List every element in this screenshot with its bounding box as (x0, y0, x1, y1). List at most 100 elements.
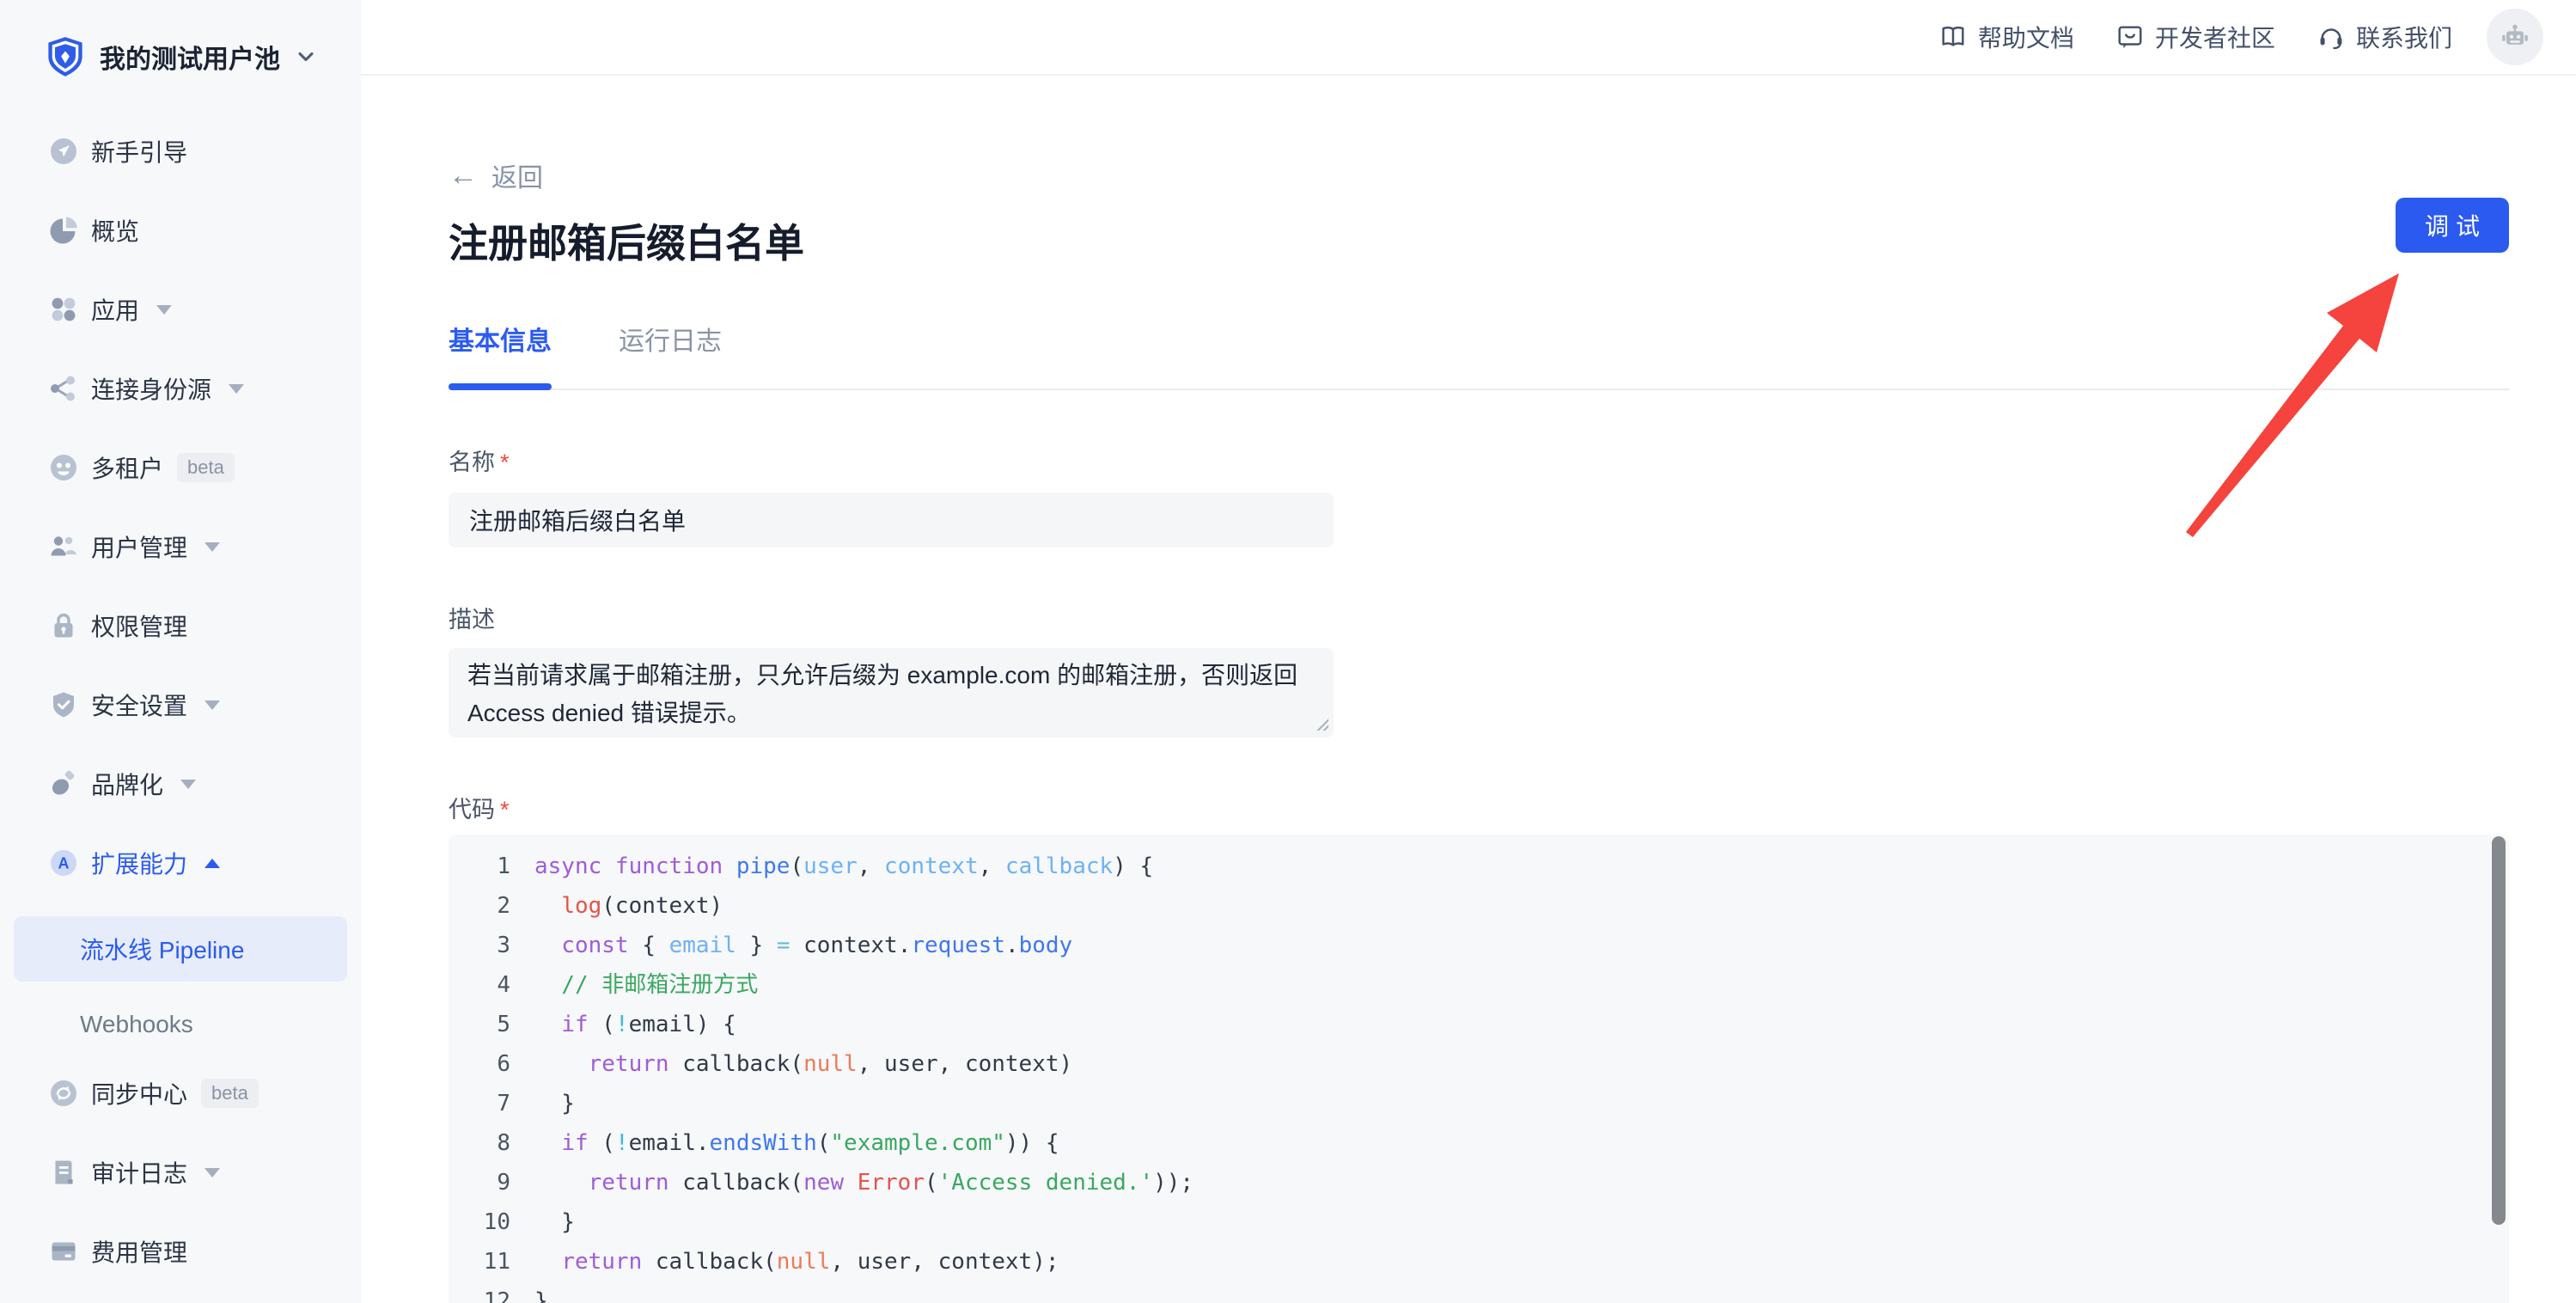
sidebar-item-label: 扩展能力 (91, 846, 187, 880)
robot-icon (2498, 20, 2532, 54)
tab-run-logs[interactable]: 运行日志 (619, 320, 722, 388)
line-number: 9 (473, 1163, 510, 1202)
code-line: 1async function pipe(user, context, call… (473, 847, 2509, 886)
back-link[interactable]: ← 返回 (449, 156, 543, 194)
sidebar-nav: 新手引导概览应用连接身份源多租户 beta 用户管理权限管理安全设置品牌化 A 扩展能力… (0, 125, 361, 1277)
sidebar-item-label: 多租户 (91, 450, 163, 485)
tabs-bar: 基本信息运行日志 (449, 320, 2509, 390)
sidebar-item-identity-sources[interactable]: 连接身份源 (48, 363, 347, 414)
code-line: 6 return callback(null, user, context) (473, 1044, 2509, 1084)
pie-chart-icon (48, 215, 79, 246)
code-line: 7 } (473, 1084, 2509, 1123)
line-number: 10 (473, 1202, 510, 1242)
required-mark: * (500, 797, 510, 823)
sidebar-item-overview[interactable]: 概览 (48, 205, 347, 256)
user-avatar[interactable] (2487, 9, 2543, 65)
workspace-logo-icon (46, 36, 84, 77)
paint-brush-icon (48, 768, 79, 799)
sidebar-item-label: 新手引导 (91, 134, 187, 168)
sidebar-item-branding[interactable]: 品牌化 (48, 758, 347, 810)
code-line: 10 } (473, 1202, 2509, 1242)
sidebar-item-label: 概览 (91, 213, 139, 248)
code-line: 3 const { email } = context.request.body (473, 926, 2509, 965)
main-content: ← 返回 注册邮箱后缀白名单 调试 基本信息运行日志 名称* 描述 若当前请求属… (361, 76, 2576, 1303)
sidebar-item-label: 品牌化 (91, 767, 163, 801)
required-mark: * (500, 450, 510, 475)
contact-headset-icon (2317, 22, 2346, 52)
multi-tenant-icon (48, 452, 79, 483)
sidebar-item-label: 权限管理 (91, 609, 187, 643)
chevron-down-icon (294, 45, 318, 69)
sidebar-item-label: 费用管理 (91, 1234, 187, 1269)
beta-badge: beta (177, 453, 235, 482)
beta-badge: beta (201, 1079, 259, 1108)
compass-icon (48, 136, 79, 167)
code-label: 代码* (449, 791, 2509, 824)
caret-down-icon (229, 384, 244, 394)
code-line: 11 return callback(null, user, context); (473, 1242, 2509, 1282)
header-links: 帮助文档 开发者社区 联系我们 (1938, 20, 2452, 54)
sidebar-item-pipeline[interactable]: 流水线 Pipeline (14, 916, 347, 982)
sidebar-item-label: 连接身份源 (91, 371, 211, 406)
description-textarea[interactable]: 若当前请求属于邮箱注册，只允许后缀为 example.com 的邮箱注册，否则返… (449, 648, 1334, 737)
sidebar-item-billing[interactable]: 费用管理 (48, 1226, 347, 1277)
back-label: 返回 (491, 156, 543, 194)
code-line: 8 if (!email.endsWith("example.com")) { (473, 1123, 2509, 1163)
sidebar-item-label: 应用 (91, 292, 139, 327)
sidebar-item-security[interactable]: 安全设置 (48, 679, 347, 731)
sidebar-item-extensibility[interactable]: A 扩展能力 (48, 837, 347, 889)
code-editor[interactable]: 1async function pipe(user, context, call… (449, 835, 2509, 1303)
sidebar-item-applications[interactable]: 应用 (48, 284, 347, 335)
share-nodes-icon (48, 373, 79, 404)
header-link-dev-community[interactable]: 开发者社区 (2115, 20, 2275, 54)
description-field: 若当前请求属于邮箱注册，只允许后缀为 example.com 的邮箱注册，否则返… (449, 648, 1334, 737)
sidebar-item-user-management[interactable]: 用户管理 (48, 521, 347, 572)
code-line: 5 if (!email) { (473, 1005, 2509, 1044)
sidebar-item-multi-tenant[interactable]: 多租户 beta (48, 442, 347, 493)
lock-icon (48, 610, 79, 641)
description-label: 描述 (449, 601, 2509, 634)
header-link-help-docs[interactable]: 帮助文档 (1938, 20, 2074, 54)
caret-down-icon (204, 1168, 220, 1178)
sidebar-item-webhooks[interactable]: Webhooks (14, 992, 347, 1057)
line-number: 3 (473, 926, 510, 965)
sidebar-item-permissions[interactable]: 权限管理 (48, 600, 347, 652)
tab-basic-info[interactable]: 基本信息 (449, 320, 552, 388)
top-header: 帮助文档 开发者社区 联系我们 (361, 0, 2576, 76)
shield-check-icon (48, 689, 79, 720)
app-root: 我的测试用户池 新手引导概览应用连接身份源多租户 beta 用户管理权限管理安全设置… (0, 0, 2576, 1303)
header-link-label: 开发者社区 (2155, 20, 2275, 54)
header-link-label: 帮助文档 (1978, 20, 2074, 54)
caret-down-icon (180, 780, 196, 789)
sidebar-item-label: 安全设置 (91, 688, 187, 722)
code-lines: 1async function pipe(user, context, call… (473, 847, 2509, 1303)
billing-card-icon (48, 1236, 79, 1267)
sidebar: 我的测试用户池 新手引导概览应用连接身份源多租户 beta 用户管理权限管理安全设置… (0, 0, 361, 1303)
header-link-label: 联系我们 (2356, 20, 2452, 54)
line-number: 8 (473, 1123, 510, 1163)
line-number: 11 (473, 1242, 510, 1282)
help-docs-icon (1938, 22, 1968, 52)
sidebar-item-label: 审计日志 (91, 1155, 187, 1190)
extensibility-icon: A (48, 847, 79, 878)
sidebar-item-audit-log[interactable]: 审计日志 (48, 1147, 347, 1198)
line-number: 5 (473, 1005, 510, 1044)
code-line: 2 log(context) (473, 886, 2509, 926)
workspace-switcher[interactable]: 我的测试用户池 (0, 0, 361, 77)
header-link-contact-us[interactable]: 联系我们 (2317, 20, 2452, 54)
line-number: 4 (473, 965, 510, 1005)
line-number: 6 (473, 1044, 510, 1084)
debug-button[interactable]: 调试 (2396, 198, 2509, 253)
page-title: 注册邮箱后缀白名单 (449, 217, 2509, 270)
caret-down-icon (204, 700, 220, 710)
caret-down-icon (204, 542, 220, 552)
line-number: 2 (473, 886, 510, 926)
line-number: 12 (473, 1282, 510, 1303)
name-input[interactable] (449, 492, 1334, 548)
scrollbar-thumb[interactable] (2492, 836, 2506, 1225)
apps-grid-icon (48, 294, 79, 325)
sidebar-item-sync-center[interactable]: 同步中心beta (48, 1067, 347, 1119)
svg-text:A: A (58, 855, 70, 872)
sidebar-item-onboarding[interactable]: 新手引导 (48, 125, 347, 177)
name-label: 名称* (449, 444, 2509, 477)
